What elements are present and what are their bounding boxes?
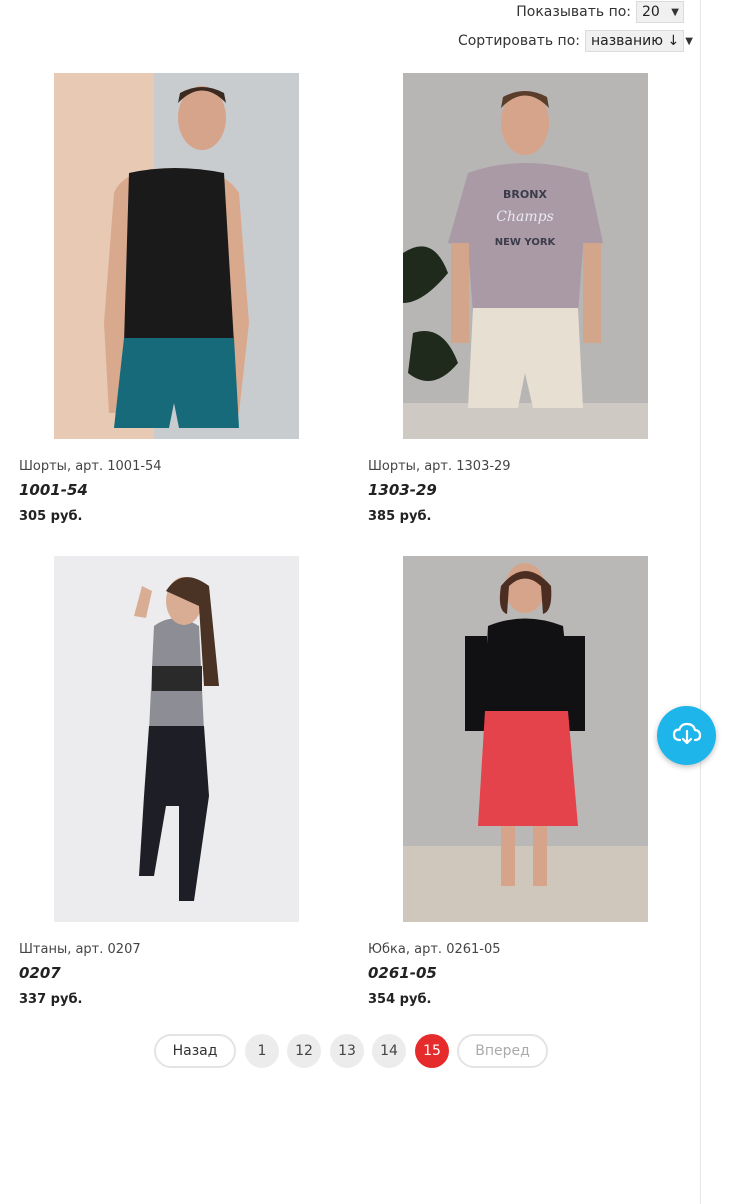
page-link[interactable]: 1 — [245, 1034, 279, 1068]
product-name[interactable]: Шорты, арт. 1001-54 — [19, 459, 162, 474]
per-page-value: 20 — [642, 4, 660, 20]
product-sku[interactable]: 0207 — [19, 964, 61, 982]
sort-control: Сортировать по: названию ↓ ▼ — [457, 30, 693, 52]
product-price: 305 руб. — [19, 509, 83, 524]
chevron-down-icon: ▼ — [671, 6, 679, 18]
product-name[interactable]: Юбка, арт. 0261-05 — [368, 942, 501, 957]
product-image[interactable] — [403, 556, 648, 922]
svg-text:NEW YORK: NEW YORK — [495, 237, 557, 248]
product-image[interactable]: BRONX Champs NEW YORK — [403, 73, 648, 439]
product-name[interactable]: Шорты, арт. 1303-29 — [368, 459, 511, 474]
per-page-select[interactable]: 20 ▼ — [636, 1, 684, 23]
product-sku[interactable]: 1303-29 — [368, 481, 437, 499]
cloud-download-icon — [672, 722, 702, 750]
page-link[interactable]: 14 — [372, 1034, 406, 1068]
sort-label: Сортировать по: — [457, 33, 580, 49]
svg-text:Champs: Champs — [496, 209, 554, 225]
product-sku[interactable]: 1001-54 — [19, 481, 88, 499]
page-link[interactable]: 12 — [287, 1034, 321, 1068]
product-sku[interactable]: 0261-05 — [368, 964, 437, 982]
content-divider — [700, 0, 701, 1204]
next-page-button[interactable]: Вперед — [457, 1034, 548, 1068]
sort-select[interactable]: названию ↓ ▼ — [585, 30, 693, 52]
product-price: 337 руб. — [19, 992, 83, 1007]
product-image[interactable] — [54, 73, 299, 439]
product-name[interactable]: Штаны, арт. 0207 — [19, 942, 141, 957]
page-link[interactable]: 13 — [330, 1034, 364, 1068]
svg-text:BRONX: BRONX — [503, 188, 547, 201]
per-page-control: Показывать по: 20 ▼ — [516, 1, 684, 23]
prev-page-button[interactable]: Назад — [154, 1034, 236, 1068]
cloud-download-button[interactable] — [657, 706, 716, 765]
per-page-label: Показывать по: — [516, 4, 631, 20]
current-page[interactable]: 15 — [415, 1034, 449, 1068]
product-price: 385 руб. — [368, 509, 432, 524]
sort-value: названию ↓ — [591, 33, 680, 49]
product-image[interactable] — [54, 556, 299, 922]
chevron-down-icon: ▼ — [685, 35, 693, 47]
product-price: 354 руб. — [368, 992, 432, 1007]
